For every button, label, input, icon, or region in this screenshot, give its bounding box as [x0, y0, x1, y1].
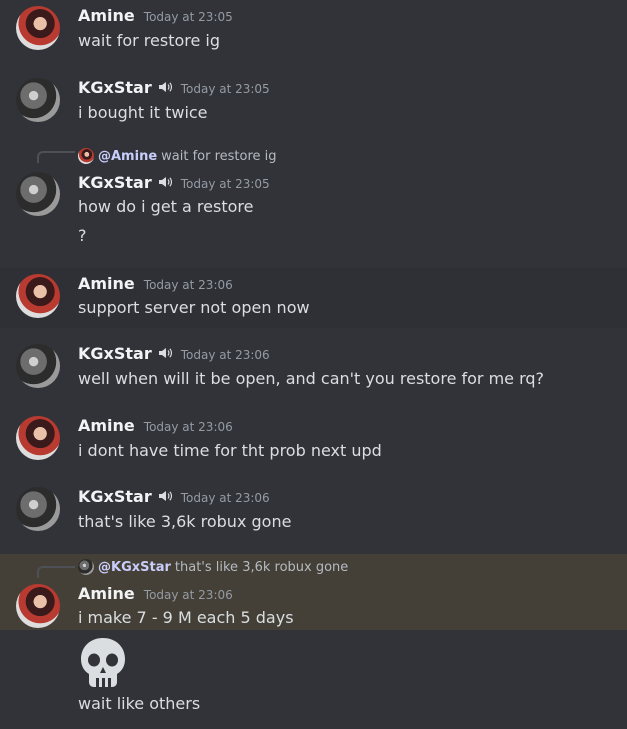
message-text: that's like 3,6k robux gone: [78, 512, 292, 531]
message-text: wait for restore ig: [78, 31, 221, 50]
message-text: i bought it twice: [78, 103, 208, 122]
speaker-icon: [158, 177, 172, 187]
avatar[interactable]: [16, 487, 60, 531]
reply-preview[interactable]: @Amine wait for restore ig: [78, 148, 277, 164]
message-row[interactable]: KGxStar Today at 23:05 i bought it twice: [0, 70, 627, 130]
username[interactable]: Amine: [78, 584, 135, 603]
message-row[interactable]: KGxStar Today at 23:06 well when will it…: [0, 338, 627, 398]
username[interactable]: KGxStar: [78, 78, 152, 97]
timestamp: Today at 23:05: [143, 10, 233, 24]
avatar[interactable]: [16, 344, 60, 388]
message-text: wait like others: [78, 694, 201, 713]
username[interactable]: Amine: [78, 6, 135, 25]
message-row[interactable]: KGxStar Today at 23:06 that's like 3,6k …: [0, 480, 627, 540]
timestamp: Today at 23:06: [143, 420, 233, 434]
username[interactable]: KGxStar: [78, 487, 152, 506]
message-row-highlighted[interactable]: @KGxStar that's like 3,6k robux gone Ami…: [0, 554, 627, 630]
avatar[interactable]: [16, 274, 60, 318]
reply-preview[interactable]: @KGxStar that's like 3,6k robux gone: [78, 559, 348, 575]
timestamp: Today at 23:05: [180, 177, 270, 191]
reply-author[interactable]: @Amine: [98, 149, 157, 164]
avatar[interactable]: [16, 6, 60, 50]
reply-spine: [37, 151, 75, 163]
message-text: how do i get a restore: [78, 197, 254, 216]
message-text: support server not open now: [78, 298, 310, 317]
timestamp: Today at 23:06: [180, 348, 270, 362]
timestamp: Today at 23:06: [143, 278, 233, 292]
timestamp: Today at 23:06: [180, 491, 270, 505]
message-row[interactable]: Amine Today at 23:06 i dont have time fo…: [0, 410, 627, 470]
avatar[interactable]: [16, 172, 60, 216]
speaker-icon: [158, 348, 172, 358]
message-text: ?: [78, 226, 87, 245]
timestamp: Today at 23:05: [180, 82, 270, 96]
speaker-icon: [158, 491, 172, 501]
message-row[interactable]: Amine Today at 23:06 support server not …: [0, 268, 627, 328]
message-text: i make 7 - 9 M each 5 days: [78, 608, 294, 627]
speaker-icon: [158, 82, 172, 92]
username[interactable]: KGxStar: [78, 173, 152, 192]
username[interactable]: Amine: [78, 274, 135, 293]
avatar[interactable]: [16, 78, 60, 122]
message-text: i dont have time for tht prob next upd: [78, 441, 382, 460]
reply-text: wait for restore ig: [161, 148, 277, 164]
reply-author[interactable]: @KGxStar: [98, 560, 171, 575]
reply-spine: [37, 566, 75, 578]
avatar[interactable]: [16, 584, 60, 628]
skull-emoji[interactable]: [78, 636, 128, 688]
reply-text: that's like 3,6k robux gone: [174, 559, 349, 575]
message-text: well when will it be open, and can't you…: [78, 369, 545, 388]
message-row[interactable]: @Amine wait for restore ig KGxStar Today…: [0, 140, 627, 258]
reply-avatar: [78, 559, 94, 575]
message-row[interactable]: Amine Today at 23:05 wait for restore ig: [0, 0, 627, 60]
avatar[interactable]: [16, 416, 60, 460]
username[interactable]: KGxStar: [78, 344, 152, 363]
reply-avatar: [78, 148, 94, 164]
timestamp: Today at 23:06: [143, 588, 233, 602]
username[interactable]: Amine: [78, 416, 135, 435]
